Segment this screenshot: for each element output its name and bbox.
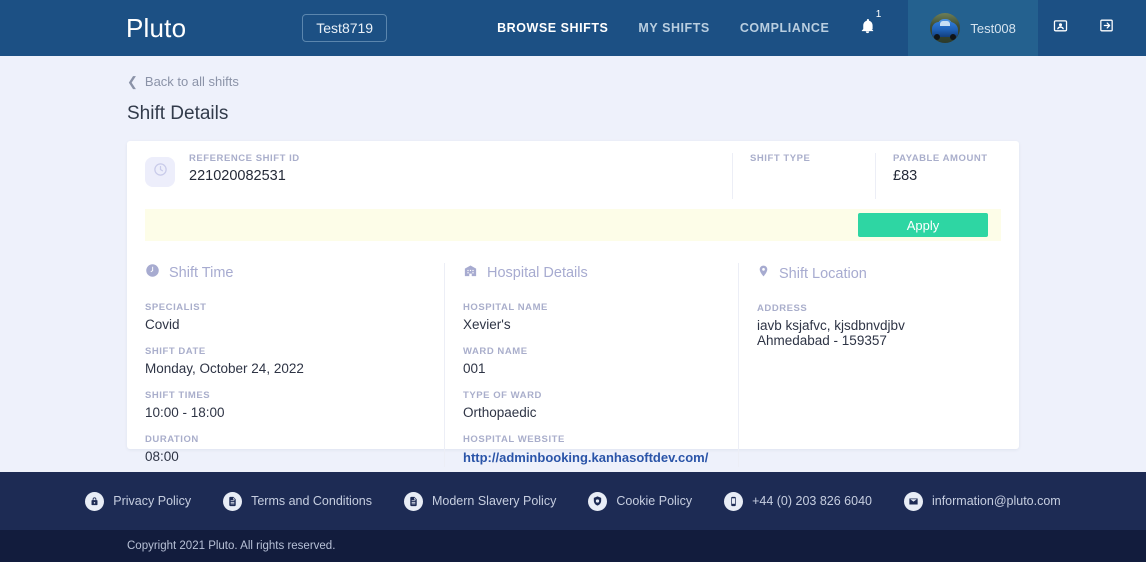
back-link-label: Back to all shifts [144,74,239,89]
field-specialist: SPECIALIST Covid [145,302,426,332]
field-ward-name: WARD NAME 001 [463,346,720,376]
user-name-label: Test008 [970,20,1016,36]
shift-type-block: SHIFT TYPE [733,153,876,199]
field-hospital-website: HOSPITAL WEBSITE http://adminbooking.kan… [463,434,720,467]
user-menu[interactable]: Test008 [908,0,1038,56]
shift-location-section: Shift Location ADDRESS iavb ksjafvc, kjs… [739,263,1019,467]
field-duration: DURATION 08:00 [145,434,426,464]
field-shift-times: SHIFT TIMES 10:00 - 18:00 [145,390,426,420]
lock-icon [85,491,105,511]
ward-name-value: 001 [463,361,486,376]
apply-banner: Apply [145,209,1001,241]
document-icon [403,491,423,511]
copyright-text: Copyright 2021 Pluto. All rights reserve… [127,540,336,552]
footer-link-label: +44 (0) 203 826 6040 [752,494,872,508]
duration-value: 08:00 [145,449,179,464]
reference-shift-id-value: 221020082531 [189,168,286,184]
nav-item-my-shifts[interactable]: MY SHIFTS [638,21,709,35]
hospital-details-section: Hospital Details HOSPITAL NAME Xevier's … [445,263,739,467]
field-hospital-name: HOSPITAL NAME Xevier's [463,302,720,332]
main-nav: BROWSE SHIFTS MY SHIFTS COMPLIANCE [497,0,829,56]
back-to-all-shifts-link[interactable]: ❮ Back to all shifts [127,74,1019,89]
avatar [930,13,961,43]
shift-summary-row: REFERENCE SHIFT ID 221020082531 SHIFT TY… [127,141,1019,199]
shift-time-heading: Shift Time [145,263,426,283]
footer-link-cookie-policy[interactable]: Cookie Policy [588,491,693,511]
footer-link-label: Cookie Policy [616,494,693,508]
apply-button[interactable]: Apply [858,213,988,237]
page-title: Shift Details [127,103,229,124]
field-shift-date: SHIFT DATE Monday, October 24, 2022 [145,346,426,376]
nav-item-browse-shifts[interactable]: BROWSE SHIFTS [497,21,608,35]
id-card-icon [1052,17,1069,39]
hospital-details-title: Hospital Details [487,265,588,281]
payable-amount-label: PAYABLE AMOUNT [893,153,988,164]
shift-type-label: SHIFT TYPE [750,153,811,164]
hospital-website-label: HOSPITAL WEBSITE [463,434,565,445]
phone-icon [724,491,744,511]
id-card-button[interactable] [1038,0,1084,56]
specialist-label: SPECIALIST [145,302,207,313]
notifications-button[interactable]: 1 [859,0,881,56]
shift-date-label: SHIFT DATE [145,346,206,357]
specialist-value: Covid [145,317,180,332]
document-icon [223,491,243,511]
cookie-shield-icon [588,491,608,511]
copyright-bar: Copyright 2021 Pluto. All rights reserve… [0,530,1146,562]
brand-logo[interactable]: Pluto [0,0,186,56]
logout-icon [1098,17,1115,39]
shift-location-heading: Shift Location [757,263,1001,284]
shift-location-title: Shift Location [779,265,867,282]
shift-detail-columns: Shift Time SPECIALIST Covid SHIFT DATE M… [127,241,1019,467]
hospital-details-heading: Hospital Details [463,263,720,283]
shift-code-badge[interactable]: Test8719 [302,13,388,43]
footer-links-bar: Privacy Policy Terms and Conditions Mode… [0,472,1146,530]
footer-link-terms-and-conditions[interactable]: Terms and Conditions [223,491,372,511]
logout-button[interactable] [1084,0,1130,56]
clock-icon [153,162,168,182]
chevron-left-icon: ❮ [127,74,138,89]
clock-icon [145,263,160,283]
field-type-of-ward: TYPE OF WARD Orthopaedic [463,390,720,420]
address-line-1: iavb ksjafvc, kjsdbnvdjbv [757,318,905,333]
hospital-name-label: HOSPITAL NAME [463,302,548,313]
shift-time-section: Shift Time SPECIALIST Covid SHIFT DATE M… [127,263,445,467]
shift-times-value: 10:00 - 18:00 [145,405,225,420]
shift-date-value: Monday, October 24, 2022 [145,361,304,376]
footer-link-privacy-policy[interactable]: Privacy Policy [85,491,192,511]
footer-link-label: Privacy Policy [113,494,192,508]
footer-link-email[interactable]: information@pluto.com [903,491,1061,511]
reference-shift-id-block: REFERENCE SHIFT ID 221020082531 [127,153,733,199]
type-of-ward-value: Orthopaedic [463,405,537,420]
footer-link-modern-slavery-policy[interactable]: Modern Slavery Policy [403,491,557,511]
hospital-website-link[interactable]: http://adminbooking.kanhasoftdev.com/ [463,450,708,465]
location-pin-icon [757,263,770,284]
footer-link-label: Modern Slavery Policy [431,494,557,508]
shift-time-title: Shift Time [169,265,234,281]
duration-label: DURATION [145,434,199,445]
shift-times-label: SHIFT TIMES [145,390,211,401]
footer-link-label: information@pluto.com [931,494,1061,508]
notification-count-badge: 1 [875,9,882,20]
type-of-ward-label: TYPE OF WARD [463,390,542,401]
hospital-building-icon [463,263,478,283]
nav-item-compliance[interactable]: COMPLIANCE [740,21,830,35]
address-label: ADDRESS [757,303,808,314]
clock-icon-badge [145,157,175,187]
payable-amount-value: £83 [893,168,918,184]
field-address: ADDRESS iavb ksjafvc, kjsdbnvdjbv Ahmeda… [757,303,1001,348]
bell-icon [859,17,876,40]
footer-link-label: Terms and Conditions [251,494,372,508]
shift-details-card: REFERENCE SHIFT ID 221020082531 SHIFT TY… [127,141,1019,467]
reference-shift-id-label: REFERENCE SHIFT ID [189,153,300,164]
top-navigation-bar: Pluto Test8719 BROWSE SHIFTS MY SHIFTS C… [0,0,1146,56]
footer-link-phone[interactable]: +44 (0) 203 826 6040 [724,491,872,511]
main-content: ❮ Back to all shifts Shift Details REFER… [0,56,1146,472]
hospital-name-value: Xevier's [463,317,511,332]
address-line-2: Ahmedabad - 159357 [757,333,887,348]
ward-name-label: WARD NAME [463,346,528,357]
envelope-icon [903,491,923,511]
payable-amount-block: PAYABLE AMOUNT £83 [876,153,1019,199]
